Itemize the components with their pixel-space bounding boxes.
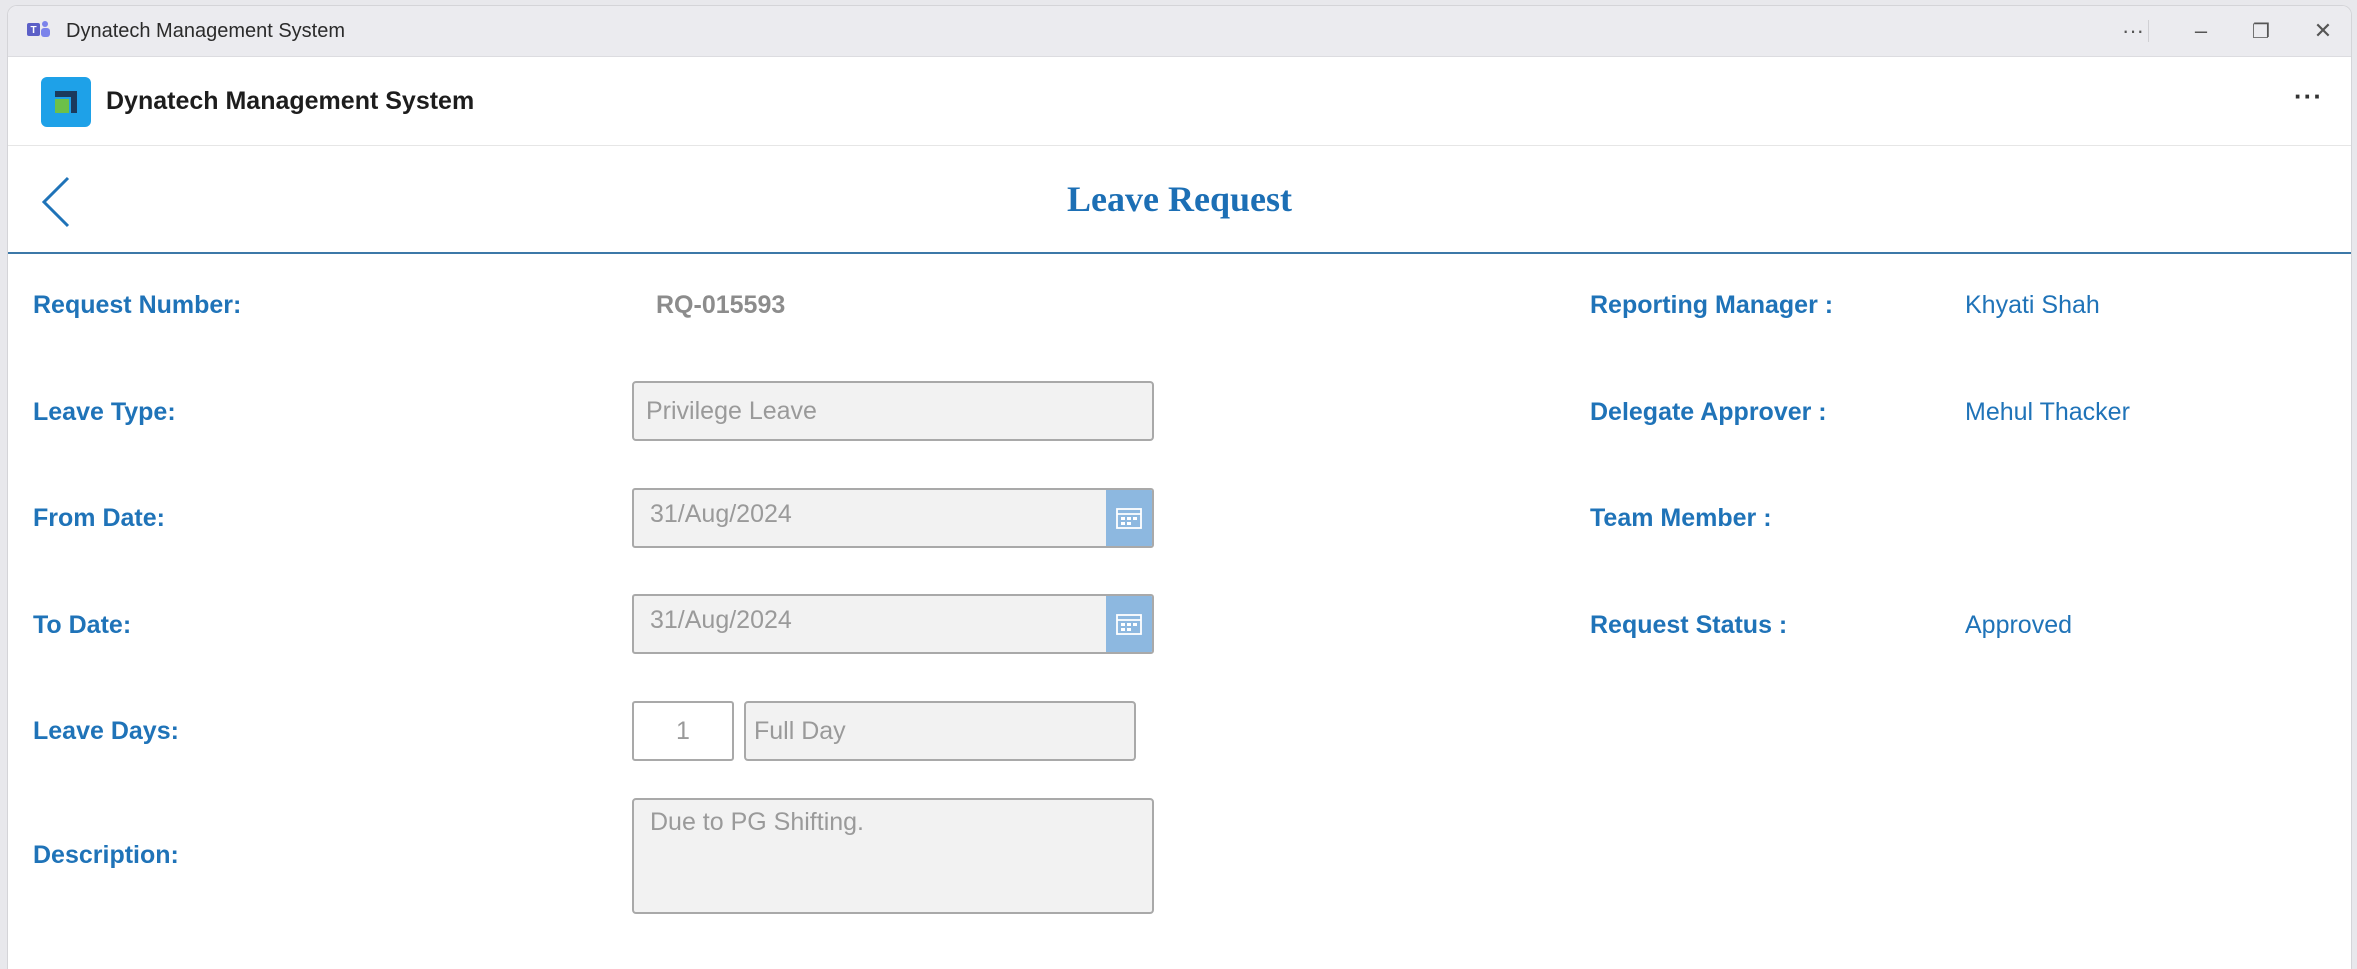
svg-text:T: T bbox=[30, 25, 36, 36]
close-button[interactable]: ✕ bbox=[2296, 14, 2350, 48]
page-header: Leave Request bbox=[8, 146, 2351, 254]
description-textarea[interactable]: Due to PG Shifting. bbox=[632, 798, 1154, 914]
request-number-label: Request Number: bbox=[33, 291, 242, 319]
leave-duration-field[interactable]: Full Day bbox=[744, 701, 1136, 761]
from-date-picker[interactable]: 31/Aug/2024 bbox=[632, 488, 1154, 548]
to-date-label: To Date: bbox=[33, 611, 132, 639]
request-number-value: RQ-015593 bbox=[656, 291, 786, 319]
more-icon: ··· bbox=[2122, 18, 2144, 43]
window-titlebar: T Dynatech Management System ··· – ❐ ✕ bbox=[8, 6, 2351, 57]
delegate-approver-label: Delegate Approver : bbox=[1590, 398, 1827, 426]
leave-type-label: Leave Type: bbox=[33, 398, 176, 426]
delegate-approver-value: Mehul Thacker bbox=[1965, 398, 2130, 426]
app-header: Dynatech Management System ··· bbox=[8, 57, 2351, 146]
to-date-value: 31/Aug/2024 bbox=[650, 606, 792, 634]
app-window: T Dynatech Management System ··· – ❐ ✕ D… bbox=[7, 5, 2352, 969]
request-status-value: Approved bbox=[1965, 611, 2073, 639]
leave-days-label: Leave Days: bbox=[33, 717, 179, 745]
titlebar-divider bbox=[2148, 20, 2149, 42]
restore-button[interactable]: ❐ bbox=[2234, 14, 2288, 48]
app-more-button[interactable]: ··· bbox=[2294, 81, 2323, 112]
restore-icon: ❐ bbox=[2252, 20, 2270, 43]
leave-type-value: Privilege Leave bbox=[646, 396, 817, 425]
teams-icon: T bbox=[27, 21, 50, 37]
to-date-calendar-button[interactable] bbox=[1106, 596, 1152, 652]
app-logo-icon bbox=[41, 77, 91, 127]
minimize-button[interactable]: – bbox=[2174, 14, 2228, 48]
description-label: Description: bbox=[33, 841, 179, 869]
to-date-picker[interactable]: 31/Aug/2024 bbox=[632, 594, 1154, 654]
request-status-label: Request Status : bbox=[1590, 611, 1788, 639]
minimize-icon: – bbox=[2194, 18, 2208, 43]
app-name: Dynatech Management System bbox=[106, 87, 475, 115]
window-more-button[interactable]: ··· bbox=[2106, 14, 2160, 48]
page-title: Leave Request bbox=[1067, 179, 1292, 219]
leave-duration-value: Full Day bbox=[754, 716, 846, 745]
from-date-label: From Date: bbox=[33, 504, 165, 532]
window-title: Dynatech Management System bbox=[66, 20, 346, 42]
from-date-calendar-button[interactable] bbox=[1106, 490, 1152, 546]
leave-days-count[interactable]: 1 bbox=[632, 701, 734, 761]
calendar-icon bbox=[1116, 508, 1142, 529]
reporting-manager-value: Khyati Shah bbox=[1965, 291, 2100, 319]
calendar-icon bbox=[1116, 614, 1142, 635]
close-icon: ✕ bbox=[2313, 18, 2333, 43]
from-date-value: 31/Aug/2024 bbox=[650, 500, 792, 528]
reporting-manager-label: Reporting Manager : bbox=[1590, 291, 1834, 319]
team-member-label: Team Member : bbox=[1590, 504, 1772, 532]
leave-type-field[interactable]: Privilege Leave bbox=[632, 381, 1154, 441]
